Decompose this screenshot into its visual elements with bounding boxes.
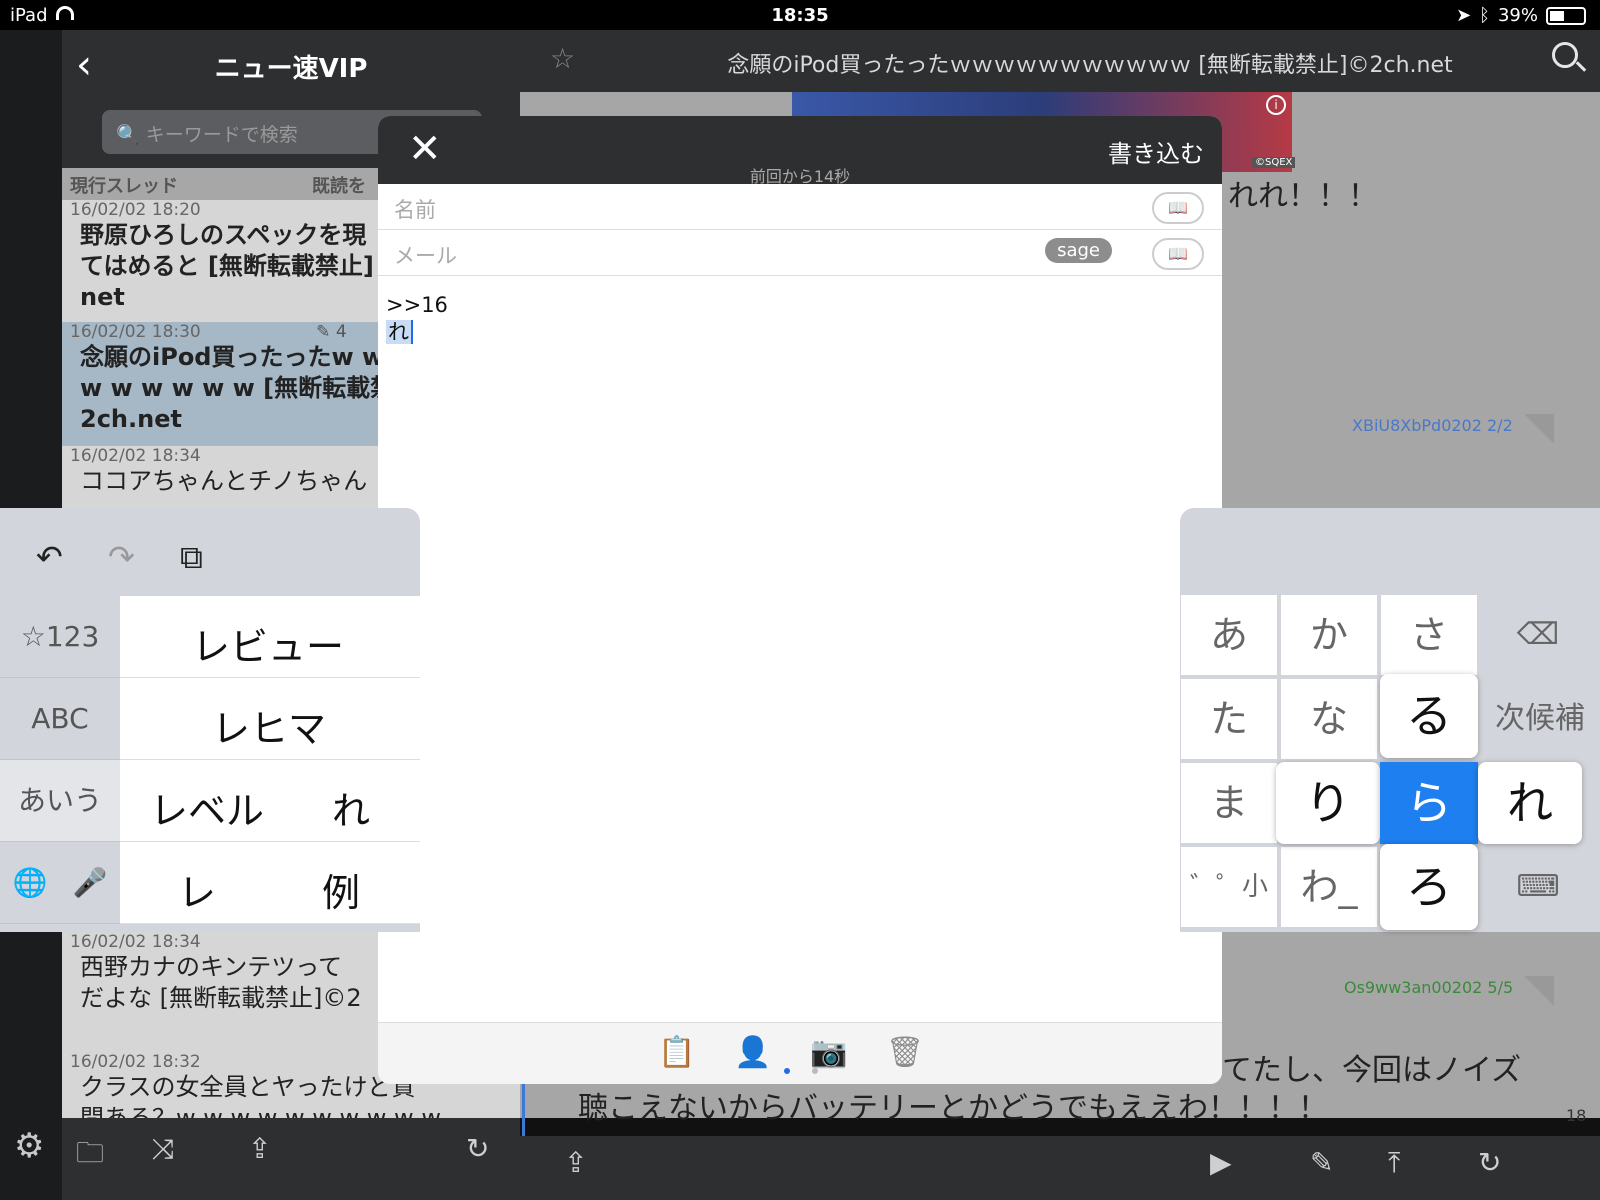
backspace-icon[interactable]: ⌫ — [1486, 594, 1590, 676]
response-text: れれ！！！ — [1228, 179, 1378, 214]
flick-up[interactable]: る — [1380, 674, 1478, 758]
name-placeholder: 名前 — [394, 198, 436, 222]
key-wa[interactable]: わ_ — [1280, 846, 1378, 928]
shuffle-icon[interactable]: ⤨ — [152, 1132, 174, 1166]
book-icon[interactable]: 📖 — [1152, 238, 1204, 270]
mail-field[interactable]: メール sage 📖 — [378, 230, 1222, 276]
share-icon[interactable]: ⇪ — [248, 1132, 271, 1165]
search-placeholder: キーワードで検索 — [145, 124, 298, 146]
camera-icon[interactable]: 📷 — [810, 1035, 847, 1070]
response-id[interactable]: Os9ww3an00202 5/5 — [1344, 978, 1513, 997]
flick-down[interactable]: ろ — [1380, 844, 1478, 930]
board-title: ニュー速VIP — [214, 54, 368, 84]
response-number: 18 — [1566, 1106, 1587, 1125]
thread-toolbar: ⇪ ▶ ✎ ⤒ ↻ — [520, 1136, 1600, 1200]
reload-icon[interactable]: ↻ — [1478, 1146, 1501, 1179]
compose-icon[interactable]: ✎ — [1310, 1146, 1333, 1179]
clock: 18:35 — [771, 5, 829, 26]
new-marker — [522, 1084, 525, 1136]
list-toolbar: 🗀 ⤨ ⇪ ↻ — [62, 1118, 520, 1200]
battery-percent: 39% — [1497, 5, 1538, 26]
play-icon[interactable]: ▶ — [1210, 1146, 1232, 1179]
page-indicator — [784, 1068, 818, 1074]
candidate-row[interactable]: レ 例 — [120, 842, 420, 924]
mode-key-numbers[interactable]: ☆123 — [0, 596, 120, 678]
mode-key-abc[interactable]: ABC — [0, 678, 120, 760]
search-icon[interactable] — [1552, 42, 1578, 68]
thread-count: 4 — [335, 322, 347, 342]
book-icon[interactable]: 📖 — [1152, 192, 1204, 224]
sage-button[interactable]: sage — [1045, 238, 1112, 263]
flick-keyboard: あ か さ ⌫ た な 次候補 ま ゛゜小 わ_ ⌨ る り ら れ ろ — [1180, 508, 1600, 932]
user-icon[interactable]: 👤 — [734, 1035, 771, 1070]
thread-header: ☆ 念願のiPod買ったったｗｗｗｗｗｗｗｗｗｗｗ [無断転載禁止]©2ch.n… — [520, 30, 1600, 92]
gear-icon[interactable]: ⚙ — [14, 1126, 44, 1166]
top-icon[interactable]: ⤒ — [1388, 1146, 1400, 1180]
page-fold — [1524, 976, 1554, 1006]
next-candidate-key[interactable]: 次候補 — [1480, 678, 1600, 760]
candidate[interactable]: 例 — [322, 862, 360, 917]
candidate[interactable]: レベル — [150, 780, 264, 835]
response-text: てたし、今回はノイズ — [1222, 1053, 1522, 1088]
candidate-row[interactable]: レヒマ — [120, 678, 420, 760]
key-na[interactable]: な — [1280, 678, 1378, 760]
battery-icon — [1546, 6, 1586, 25]
mode-key-kana[interactable]: あいう — [0, 760, 120, 842]
reload-icon[interactable]: ↻ — [466, 1132, 489, 1165]
section-label: 現行スレッド — [70, 176, 178, 197]
edit-toolbar: ↶ ↷ ⧉ — [0, 508, 420, 596]
candidate[interactable]: れ — [332, 780, 370, 835]
thread-title: 念願のiPod買ったったｗｗｗｗｗｗｗｗｗｗｗ [無断転載禁止]©2ch.net — [727, 53, 1453, 78]
candidate-row[interactable]: レビュー — [120, 596, 420, 678]
key-dakuten[interactable]: ゛゜小 — [1180, 846, 1278, 928]
mail-placeholder: メール — [394, 244, 457, 268]
key-ma[interactable]: ま — [1180, 762, 1278, 844]
keyboard-hide-icon[interactable]: ⌨ — [1486, 846, 1590, 928]
candidate-panel: ↶ ↷ ⧉ ☆123 ABC あいう 🌐 🎤 レビュー レヒマ レベル れ レ … — [0, 508, 420, 932]
mic-icon[interactable]: 🎤 — [60, 842, 120, 924]
page-fold — [1524, 414, 1554, 444]
flick-right[interactable]: れ — [1478, 762, 1582, 844]
ad-credit: ©SQEX — [1252, 157, 1296, 168]
message-textarea[interactable]: >>16 れ — [386, 292, 448, 346]
compose-dialog: ✕ 書き込む 前回から14秒 名前 📖 メール sage 📖 >>16 れ 📋 … — [378, 116, 1222, 1084]
clipboard-icon[interactable]: 📋 — [658, 1035, 695, 1070]
status-bar: iPad 18:35 ➤ ᛒ 39% — [0, 0, 1600, 30]
key-ta[interactable]: た — [1180, 678, 1278, 760]
candidate[interactable]: レヒマ — [212, 698, 326, 753]
ad-info-icon[interactable]: i — [1266, 95, 1286, 115]
compose-toolbar: 📋 👤 📷 🗑 — [378, 1022, 1222, 1084]
response-id[interactable]: XBiU8XbPd0202 2/2 — [1352, 416, 1513, 435]
globe-icon[interactable]: 🌐 — [0, 842, 60, 924]
trash-icon[interactable]: 🗑 — [886, 1035, 924, 1070]
name-field[interactable]: 名前 📖 — [378, 184, 1222, 230]
undo-icon[interactable]: ↶ — [36, 538, 63, 576]
compose-header: ✕ 書き込む 前回から14秒 — [378, 116, 1222, 186]
key-a[interactable]: あ — [1180, 594, 1278, 676]
candidate[interactable]: レビュー — [192, 616, 344, 671]
key-sa[interactable]: さ — [1380, 594, 1478, 676]
flick-center[interactable]: ら — [1380, 762, 1478, 844]
composing-text: れ — [386, 320, 413, 344]
share-icon[interactable]: ⇪ — [564, 1146, 587, 1179]
key-ka[interactable]: か — [1280, 594, 1378, 676]
star-icon[interactable]: ☆ — [550, 42, 575, 75]
paste-icon[interactable]: ⧉ — [180, 538, 203, 577]
bluetooth-icon: ᛒ — [1479, 5, 1490, 26]
candidate-row[interactable]: レベル れ — [120, 760, 420, 842]
folder-icon[interactable]: 🗀 — [76, 1132, 104, 1180]
section-right-label: 既読を — [312, 176, 366, 197]
candidate[interactable]: レ — [178, 862, 216, 917]
flick-left[interactable]: り — [1276, 762, 1380, 844]
location-icon: ➤ — [1456, 5, 1472, 26]
redo-icon[interactable]: ↷ — [108, 538, 135, 576]
response-text: 聴こえないからバッテリーとかどうでもええわ！！！！ — [578, 1091, 1328, 1126]
message-line: >>16 — [386, 293, 448, 317]
